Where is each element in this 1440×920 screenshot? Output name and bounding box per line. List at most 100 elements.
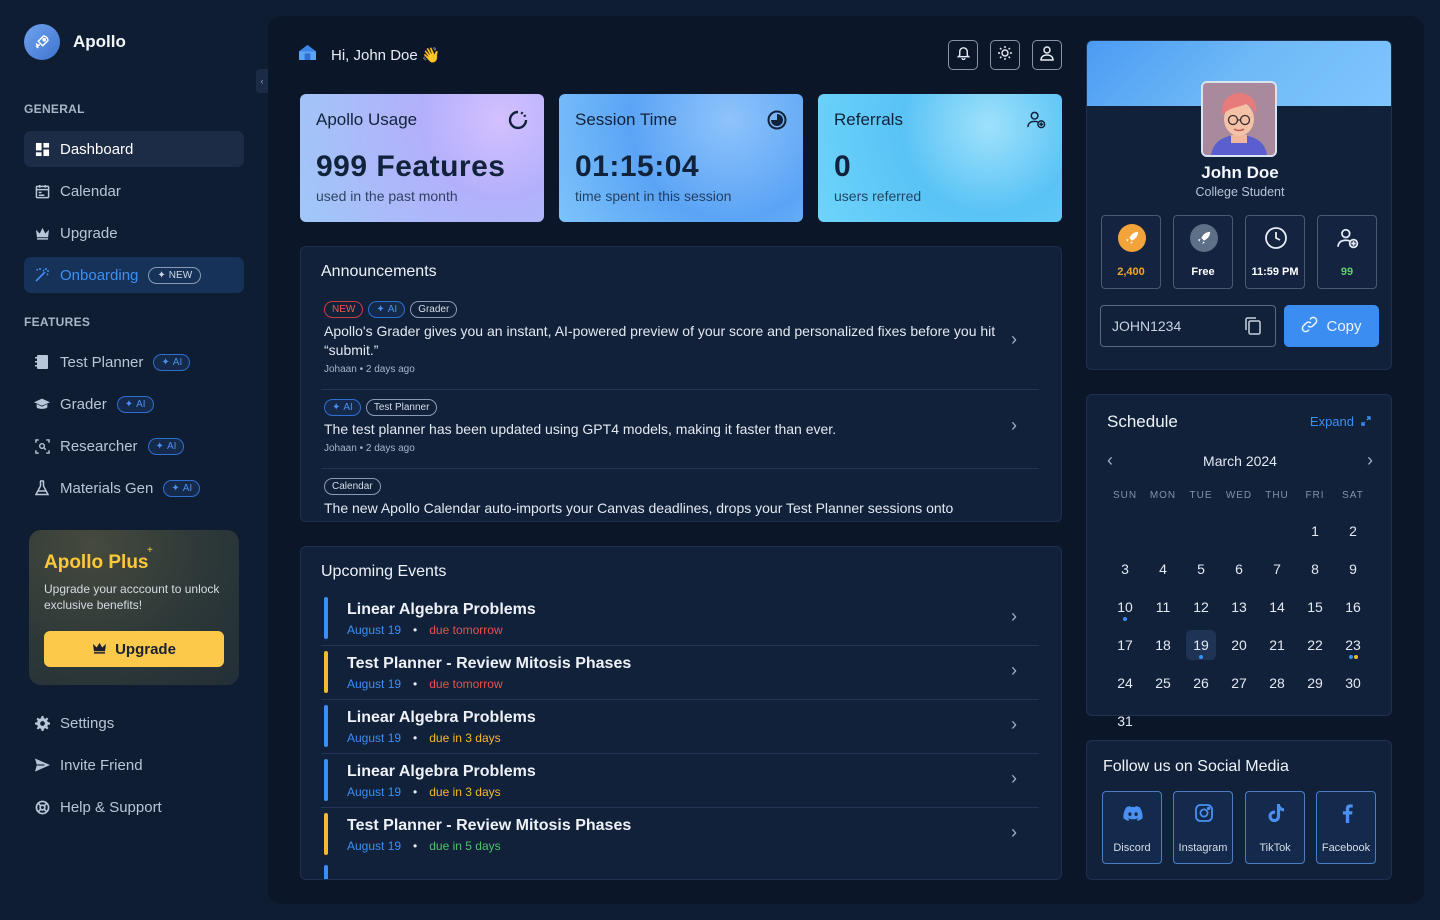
calendar-day[interactable]: 4 bbox=[1148, 554, 1178, 584]
account-button[interactable] bbox=[1032, 40, 1062, 70]
calendar-day[interactable]: 5 bbox=[1186, 554, 1216, 584]
event-item[interactable]: Linear Algebra Problems August 19 • due in … bbox=[324, 705, 1039, 747]
expand-icon bbox=[1361, 414, 1371, 429]
calendar-day[interactable]: 28 bbox=[1262, 668, 1292, 698]
calendar-day[interactable]: 18 bbox=[1148, 630, 1178, 660]
gear-icon bbox=[34, 715, 50, 731]
calendar-day[interactable]: 9 bbox=[1338, 554, 1368, 584]
divider bbox=[321, 468, 1039, 469]
weekday-label: TUE bbox=[1189, 490, 1213, 501]
chevron-right-icon: › bbox=[1011, 660, 1017, 680]
loading-ring-icon bbox=[508, 110, 528, 135]
calendar-day[interactable]: 22 bbox=[1300, 630, 1330, 660]
sidebar-item-help-support[interactable]: Help & Support bbox=[24, 789, 244, 825]
crown-icon bbox=[92, 641, 107, 658]
calendar-day[interactable]: 6 bbox=[1224, 554, 1254, 584]
calendar-day[interactable]: 25 bbox=[1148, 668, 1178, 698]
calendar-day[interactable]: 27 bbox=[1224, 668, 1254, 698]
event-item[interactable]: Linear Algebra Problems August 19 • due in … bbox=[324, 759, 1039, 801]
announcement-item[interactable]: NEW ✦ AI Grader Apollo's Grader gives you… bbox=[324, 301, 1039, 375]
expand-button[interactable]: Expand bbox=[1310, 414, 1371, 429]
calendar-day[interactable]: 2 bbox=[1338, 516, 1368, 546]
copy-button[interactable]: Copy bbox=[1284, 305, 1379, 347]
stat-card-session: Session Time 01:15:04 time spent in this… bbox=[559, 94, 803, 222]
calendar-day[interactable]: 23 bbox=[1338, 630, 1368, 660]
badge-label: AI bbox=[182, 482, 193, 494]
calendar-day[interactable]: 15 bbox=[1300, 592, 1330, 622]
event-item[interactable]: Test Planner - Review Mitosis Phases Augu… bbox=[324, 813, 1039, 855]
sidebar-item-label: Onboarding bbox=[60, 266, 139, 284]
sun-icon bbox=[997, 45, 1013, 66]
referral-code-field[interactable]: JOHN1234 bbox=[1100, 305, 1276, 347]
sidebar-item-calendar[interactable]: Calendar bbox=[24, 173, 244, 209]
instagram-button[interactable]: Instagram bbox=[1173, 791, 1233, 864]
avatar[interactable] bbox=[1201, 81, 1277, 157]
calendar-day[interactable]: 20 bbox=[1224, 630, 1254, 660]
calendar-day[interactable]: 17 bbox=[1110, 630, 1140, 660]
facebook-button[interactable]: Facebook bbox=[1316, 791, 1376, 864]
sparkle-icon: ✦ bbox=[376, 304, 385, 315]
announcement-item[interactable]: ✦ AI Test Planner The test planner has be… bbox=[324, 399, 1039, 454]
chevron-left-icon[interactable]: ‹ bbox=[1107, 450, 1113, 471]
event-title: Test Planner - Review Mitosis Phases bbox=[347, 655, 632, 672]
event-dot bbox=[1199, 655, 1203, 659]
category-tag: Grader bbox=[410, 301, 458, 318]
event-item[interactable]: Test Planner - Review Mitosis Phases Augu… bbox=[324, 651, 1039, 693]
sidebar-item-settings[interactable]: Settings bbox=[24, 705, 244, 741]
calendar-day[interactable]: 13 bbox=[1224, 592, 1254, 622]
calendar-day[interactable]: 29 bbox=[1300, 668, 1330, 698]
calendar-day[interactable]: 11 bbox=[1148, 592, 1178, 622]
calendar-day[interactable]: 21 bbox=[1262, 630, 1292, 660]
divider bbox=[321, 699, 1039, 700]
badge-label: NEW bbox=[168, 269, 193, 281]
profile-card: John Doe College Student 2,400 Free 11:5… bbox=[1086, 40, 1392, 370]
calendar-day[interactable]: 14 bbox=[1262, 592, 1292, 622]
discord-button[interactable]: Discord bbox=[1102, 791, 1162, 864]
calendar-day[interactable]: 31 bbox=[1110, 706, 1140, 736]
chevron-right-icon[interactable]: › bbox=[1367, 450, 1373, 471]
badge-label: AI bbox=[136, 398, 146, 410]
calendar-day[interactable]: 30 bbox=[1338, 668, 1368, 698]
graduation-cap-icon bbox=[34, 396, 50, 412]
sidebar-item-test-planner[interactable]: Test Planner ✦ AI bbox=[24, 344, 244, 380]
ai-badge: ✦ AI bbox=[147, 437, 185, 455]
sidebar-item-researcher[interactable]: Researcher ✦ AI bbox=[24, 428, 244, 464]
main-panel: Hi, John Doe 👋 Apollo Usage 999 Features… bbox=[268, 16, 1424, 904]
sidebar-item-grader[interactable]: Grader ✦ AI bbox=[24, 386, 244, 422]
calendar-day[interactable]: 7 bbox=[1262, 554, 1292, 584]
mini-stat-value: 11:59 PM bbox=[1251, 266, 1299, 278]
sidebar-item-upgrade[interactable]: Upgrade bbox=[24, 215, 244, 251]
calendar-day[interactable]: 12 bbox=[1186, 592, 1216, 622]
calendar-day[interactable]: 24 bbox=[1110, 668, 1140, 698]
collapse-sidebar-button[interactable]: ‹ bbox=[256, 69, 268, 93]
notifications-button[interactable] bbox=[948, 40, 978, 70]
upgrade-button[interactable]: Upgrade bbox=[44, 631, 224, 667]
event-meta: August 19 • due in 3 days bbox=[347, 731, 501, 745]
crown-icon bbox=[34, 225, 50, 241]
bell-icon bbox=[956, 45, 971, 65]
calendar-day[interactable]: 1 bbox=[1300, 516, 1330, 546]
calendar-day[interactable]: 3 bbox=[1110, 554, 1140, 584]
mini-stat-value: 2,400 bbox=[1117, 266, 1145, 278]
sidebar-item-onboarding[interactable]: Onboarding ✦ NEW bbox=[24, 257, 244, 293]
social-label: Instagram bbox=[1178, 842, 1228, 854]
social-label: TikTok bbox=[1259, 842, 1291, 854]
theme-toggle-button[interactable] bbox=[990, 40, 1020, 70]
calendar-day[interactable]: 26 bbox=[1186, 668, 1216, 698]
tiktok-button[interactable]: TikTok bbox=[1245, 791, 1305, 864]
sidebar-item-materials-gen[interactable]: Materials Gen ✦ AI bbox=[24, 470, 244, 506]
clipboard-icon[interactable] bbox=[1245, 317, 1261, 338]
brand[interactable]: Apollo bbox=[24, 24, 126, 60]
event-color-bar bbox=[324, 759, 328, 801]
sidebar-item-dashboard[interactable]: Dashboard bbox=[24, 131, 244, 167]
event-date: August 19 bbox=[347, 839, 402, 853]
lifebuoy-icon bbox=[34, 799, 50, 815]
event-title: Linear Algebra Problems bbox=[347, 763, 536, 780]
event-item[interactable]: Linear Algebra Problems August 19 • due tom… bbox=[324, 597, 1039, 639]
calendar-day[interactable]: 16 bbox=[1338, 592, 1368, 622]
calendar-day[interactable]: 8 bbox=[1300, 554, 1330, 584]
divider bbox=[321, 645, 1039, 646]
announcement-item[interactable]: Calendar The new Apollo Calendar auto-im… bbox=[324, 478, 1039, 518]
ai-badge: ✦ AI bbox=[153, 353, 191, 371]
sidebar-item-invite-friend[interactable]: Invite Friend bbox=[24, 747, 244, 783]
